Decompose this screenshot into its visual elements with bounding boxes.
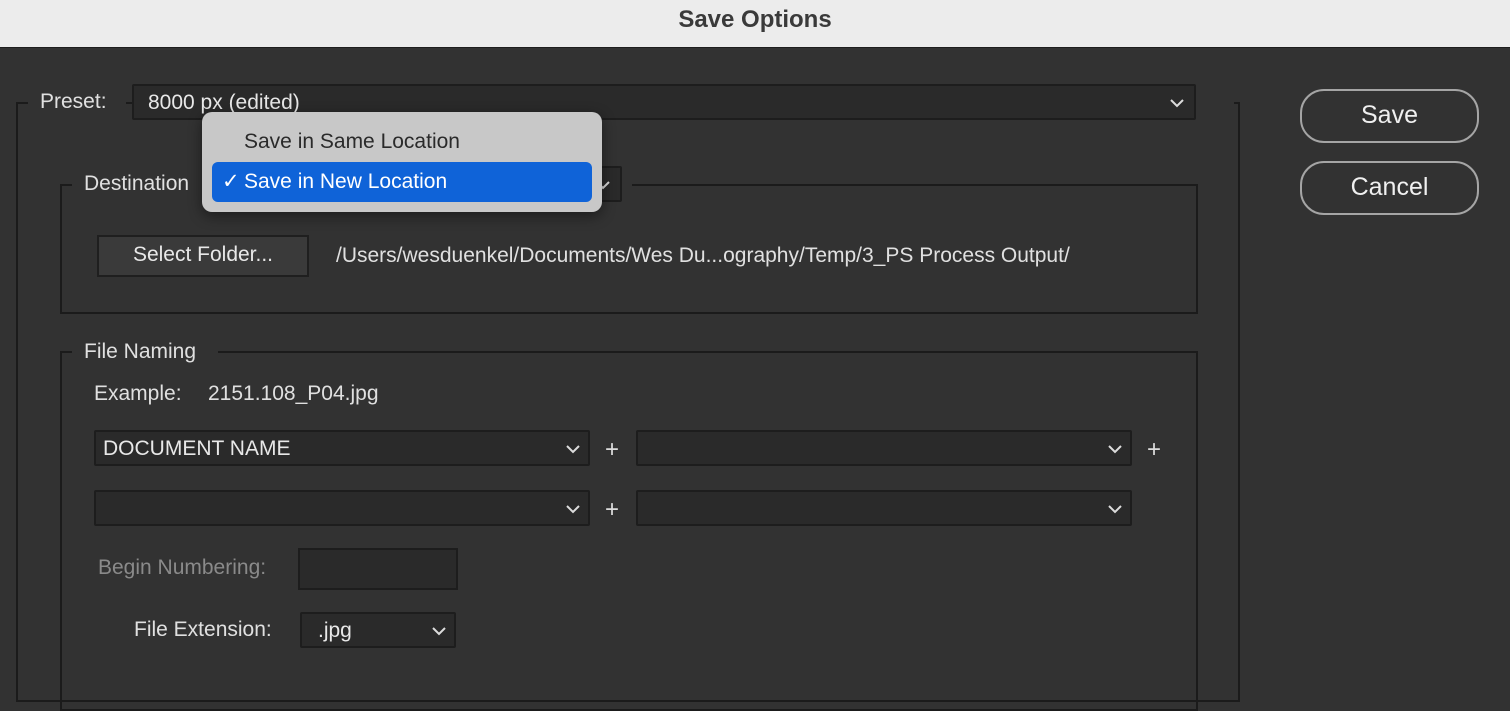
select-folder-button[interactable]: Select Folder... [97,235,309,277]
naming-field-1[interactable]: DOCUMENT NAME [94,430,590,466]
naming-field-1-value: DOCUMENT NAME [103,437,291,460]
chevron-down-icon [432,627,446,636]
preset-label: Preset: [40,90,107,113]
naming-field-4[interactable] [636,490,1132,526]
destination-label: Destination [84,172,190,195]
plus-icon: + [1147,436,1162,463]
destination-path: /Users/wesduenkel/Documents/Wes Du...ogr… [336,244,1070,267]
window-title: Save Options [678,6,832,33]
example-value: 2151.108_P04.jpg [208,382,379,405]
menu-item-new-location[interactable]: ✓ Save in New Location [212,162,592,202]
menu-item-label: Save in Same Location [244,130,460,153]
chevron-down-icon [1108,445,1122,454]
plus-icon: + [605,436,620,463]
chevron-down-icon [566,505,580,514]
example-label: Example: [94,382,182,405]
chevron-down-icon [1170,99,1184,108]
begin-numbering-input[interactable] [298,548,458,590]
cancel-button[interactable]: Cancel [1300,161,1479,215]
file-naming-label: File Naming [84,340,197,363]
file-extension-select[interactable]: .jpg [300,612,456,648]
chevron-down-icon [566,445,580,454]
save-button[interactable]: Save [1300,89,1479,143]
title-bar: Save Options [0,0,1510,48]
destination-menu: Save in Same Location ✓ Save in New Loca… [202,112,602,212]
plus-icon: + [605,496,620,523]
file-extension-value: .jpg [318,619,352,642]
menu-item-same-location[interactable]: Save in Same Location [212,122,592,162]
naming-field-2[interactable] [636,430,1132,466]
chevron-down-icon [1108,505,1122,514]
menu-item-label: Save in New Location [244,170,448,193]
file-extension-label: File Extension: [134,618,272,641]
checkmark-icon: ✓ [222,170,240,193]
naming-field-3[interactable] [94,490,590,526]
begin-numbering-label: Begin Numbering: [98,556,267,579]
